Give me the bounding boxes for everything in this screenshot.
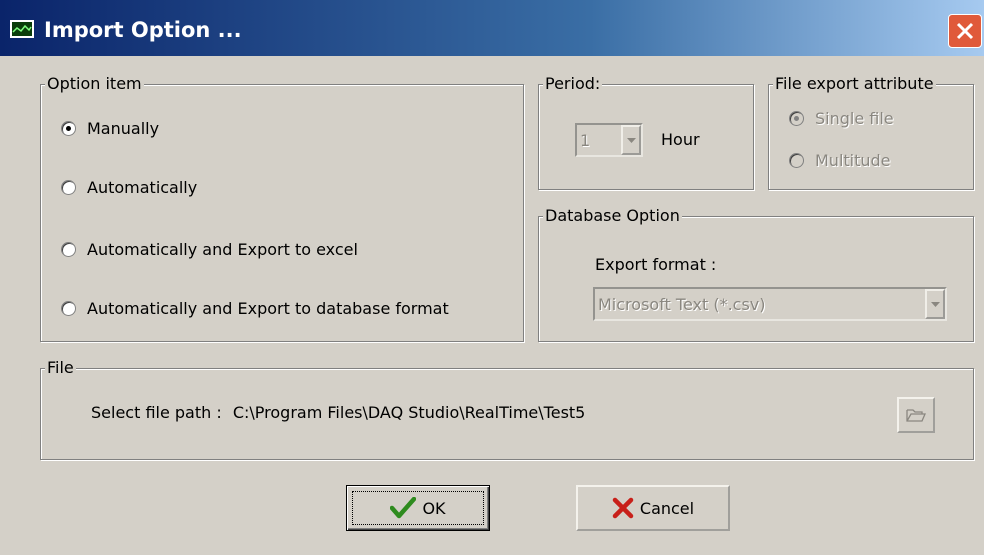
folder-open-icon <box>906 409 926 422</box>
radio-label: Automatically <box>87 178 198 197</box>
chevron-down-icon <box>626 137 636 143</box>
radio-label: Manually <box>87 119 160 138</box>
browse-folder-button[interactable] <box>897 397 935 433</box>
file-path-label: Select file path : <box>91 403 222 422</box>
export-format-value: Microsoft Text (*.csv) <box>598 294 766 314</box>
option-item-group: Option item Manually Automatically Autom… <box>40 74 524 342</box>
radio-multitude[interactable]: Multitude <box>789 151 891 170</box>
cancel-label: Cancel <box>639 498 695 518</box>
period-dropdown-button[interactable] <box>621 125 641 155</box>
radio-single-file[interactable]: Single file <box>789 109 894 128</box>
chart-icon <box>10 20 34 38</box>
radio-automatically[interactable]: Automatically <box>61 178 197 197</box>
radio-auto-export-database[interactable]: Automatically and Export to database for… <box>61 299 449 318</box>
radio-manually[interactable]: Manually <box>61 119 159 138</box>
export-format-dropdown-button[interactable] <box>925 289 945 319</box>
radio-button[interactable] <box>61 301 76 316</box>
radio-button[interactable] <box>61 242 76 257</box>
file-path-row: Select file path : C:\Program Files\DAQ … <box>91 403 585 422</box>
radio-label: Automatically and Export to database for… <box>87 299 449 318</box>
close-button[interactable] <box>948 14 982 48</box>
period-unit-label: Hour <box>661 130 700 149</box>
file-export-legend: File export attribute <box>773 74 936 94</box>
file-path-value: C:\Program Files\DAQ Studio\RealTime\Tes… <box>232 403 586 422</box>
radio-label: Multitude <box>815 151 891 170</box>
file-group: File Select file path : C:\Program Files… <box>40 358 974 460</box>
export-format-label: Export format : <box>595 255 717 274</box>
period-group: Period: 1 Hour <box>538 74 754 190</box>
chevron-down-icon <box>930 301 940 307</box>
database-option-group: Database Option Export format : Microsof… <box>538 206 974 342</box>
radio-auto-export-excel[interactable]: Automatically and Export to excel <box>61 240 358 259</box>
title-bar: Import Option ... <box>0 0 984 56</box>
period-value: 1 <box>580 130 591 150</box>
ok-button[interactable]: OK <box>346 485 490 531</box>
close-icon <box>956 22 974 40</box>
window-title: Import Option ... <box>44 18 242 42</box>
radio-label: Single file <box>815 109 894 128</box>
radio-button[interactable] <box>789 153 804 168</box>
database-option-legend: Database Option <box>543 206 682 226</box>
export-format-select[interactable]: Microsoft Text (*.csv) <box>593 287 947 321</box>
radio-button[interactable] <box>789 111 804 126</box>
period-select[interactable]: 1 <box>575 123 643 157</box>
radio-label: Automatically and Export to excel <box>87 240 358 259</box>
option-item-legend: Option item <box>45 74 144 94</box>
cancel-button[interactable]: Cancel <box>576 485 730 531</box>
radio-button[interactable] <box>61 121 76 136</box>
file-legend: File <box>45 358 76 378</box>
file-export-attribute-group: File export attribute Single file Multit… <box>768 74 974 190</box>
radio-button[interactable] <box>61 180 76 195</box>
period-legend: Period: <box>543 74 603 94</box>
ok-label: OK <box>422 498 446 518</box>
focus-rectangle <box>352 491 484 525</box>
checkmark-icon <box>390 497 417 519</box>
x-icon <box>612 497 634 519</box>
